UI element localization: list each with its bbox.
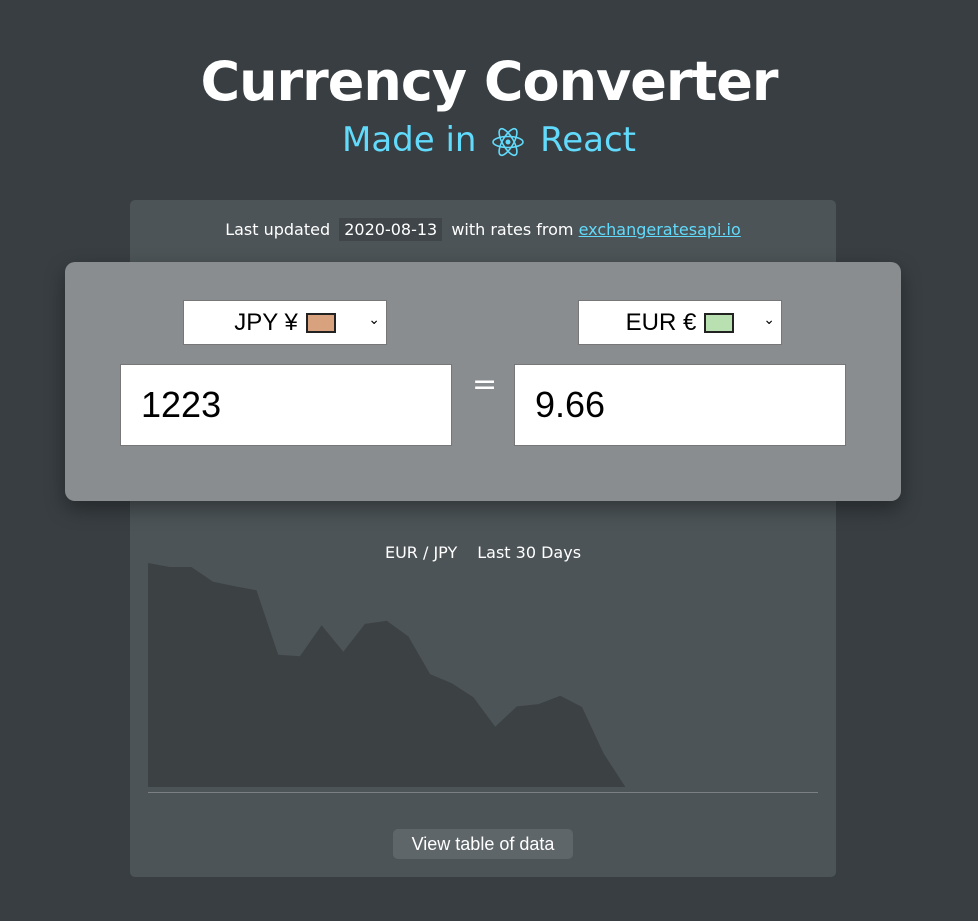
rates-label: with rates from bbox=[451, 220, 574, 239]
to-currency-label: EUR € bbox=[625, 308, 697, 336]
converter-panel: JPY ¥ ⌄ EUR € ⌄ 1223 = 9.66 bbox=[65, 262, 901, 501]
last-updated: Last updated 2020-08-13 with rates from … bbox=[130, 218, 836, 241]
rate-chart bbox=[148, 563, 818, 793]
subtitle-prefix: Made in bbox=[342, 120, 477, 160]
yen-banknote-icon bbox=[305, 312, 336, 333]
chevron-down-icon: ⌄ bbox=[368, 311, 380, 327]
equals-sign: = bbox=[472, 367, 498, 402]
to-amount-input[interactable]: 9.66 bbox=[514, 364, 846, 446]
chevron-down-icon: ⌄ bbox=[763, 311, 775, 327]
subtitle: Made in React bbox=[0, 120, 978, 160]
to-currency-select[interactable]: EUR € ⌄ bbox=[578, 300, 782, 345]
from-currency-select[interactable]: JPY ¥ ⌄ bbox=[183, 300, 387, 345]
subtitle-suffix: React bbox=[540, 120, 636, 160]
rates-source-link[interactable]: exchangeratesapi.io bbox=[579, 220, 741, 239]
euro-banknote-icon bbox=[704, 312, 735, 333]
view-table-button[interactable]: View table of data bbox=[393, 829, 573, 859]
react-logo-icon bbox=[492, 127, 525, 157]
updated-date: 2020-08-13 bbox=[339, 218, 443, 241]
from-currency-label: JPY ¥ bbox=[234, 308, 298, 336]
rate-area bbox=[148, 563, 626, 787]
page-title: Currency Converter bbox=[200, 50, 778, 113]
from-amount-input[interactable]: 1223 bbox=[120, 364, 452, 446]
updated-label: Last updated bbox=[225, 220, 331, 239]
